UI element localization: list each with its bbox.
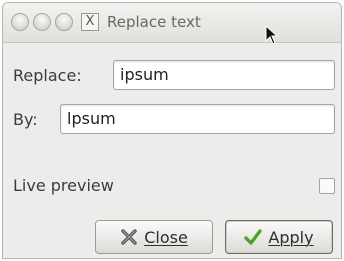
close-x-icon xyxy=(121,229,137,245)
by-input[interactable]: lpsum xyxy=(60,104,335,134)
apply-button[interactable]: Apply xyxy=(225,220,333,254)
apply-button-label: Apply xyxy=(268,227,314,247)
window-title: Replace text xyxy=(107,13,201,31)
x-window-icon: X xyxy=(81,13,99,31)
replace-label: Replace: xyxy=(13,66,82,85)
by-label: By: xyxy=(13,110,38,129)
replace-text-dialog: X Replace text Replace: ipsum By: lpsum … xyxy=(2,2,342,259)
window-close-icon[interactable] xyxy=(11,13,29,31)
live-preview-checkbox[interactable] xyxy=(319,178,335,194)
close-button[interactable]: Close xyxy=(95,220,213,254)
close-button-label: Close xyxy=(144,227,188,247)
replace-input[interactable]: ipsum xyxy=(113,60,335,90)
title-bar[interactable]: X Replace text xyxy=(3,3,341,45)
window-minimize-icon[interactable] xyxy=(33,13,51,31)
window-maximize-icon[interactable] xyxy=(55,13,73,31)
mouse-pointer-icon xyxy=(265,25,279,45)
checkmark-icon xyxy=(244,229,263,245)
live-preview-label: Live preview xyxy=(13,176,114,195)
